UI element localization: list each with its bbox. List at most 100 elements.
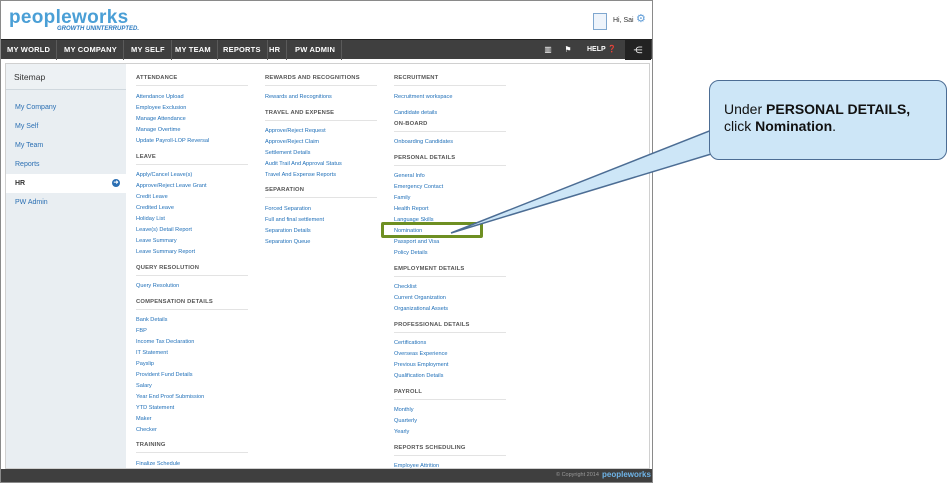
link-maker[interactable]: Maker (136, 416, 152, 422)
section-rewards: REWARDS AND RECOGNITIONS (265, 75, 377, 86)
link-query-resolution[interactable]: Query Resolution (136, 283, 179, 289)
link-fbp[interactable]: FBP (136, 328, 147, 334)
link-year-end-proof-submission[interactable]: Year End Proof Submission (136, 394, 204, 400)
user-avatar-icon[interactable] (593, 13, 607, 30)
link-policy-details[interactable]: Policy Details (394, 250, 428, 256)
link-overseas-experience[interactable]: Overseas Experience (394, 351, 447, 357)
menu-toggle-icon[interactable]: ⋲ (625, 40, 651, 60)
nomination-highlight (381, 222, 483, 238)
link-full-final-settlement[interactable]: Full and final settlement (265, 217, 324, 223)
help-button[interactable]: HELP ❓ (587, 40, 616, 60)
link-family[interactable]: Family (394, 195, 410, 201)
link-credit-leave[interactable]: Credit Leave (136, 194, 168, 200)
link-audit-trail[interactable]: Audit Trail And Approval Status (265, 161, 342, 167)
link-manage-overtime[interactable]: Manage Overtime (136, 127, 180, 133)
link-quarterly[interactable]: Quarterly (394, 418, 417, 424)
link-ytd-statement[interactable]: YTD Statement (136, 405, 174, 411)
sidebar-item-reports[interactable]: Reports (6, 155, 126, 174)
link-health-report[interactable]: Health Report (394, 206, 429, 212)
callout-mid: click (724, 118, 756, 134)
link-emergency-contact[interactable]: Emergency Contact (394, 184, 443, 190)
link-employee-exclusion[interactable]: Employee Exclusion (136, 105, 186, 111)
link-yearly[interactable]: Yearly (394, 429, 409, 435)
sidebar-item-my-self[interactable]: My Self (6, 117, 126, 136)
link-bank-details[interactable]: Bank Details (136, 317, 167, 323)
callout-bold-2: Nomination (755, 118, 833, 134)
section-training: TRAINING (136, 442, 248, 453)
user-greeting[interactable]: Hi, Sai (613, 17, 634, 24)
link-monthly[interactable]: Monthly (394, 407, 414, 413)
section-personal-details: PERSONAL DETAILS (394, 155, 506, 166)
link-leave-summary-report[interactable]: Leave Summary Report (136, 249, 195, 255)
link-salary[interactable]: Salary (136, 383, 152, 389)
link-income-tax-declaration[interactable]: Income Tax Declaration (136, 339, 194, 345)
link-update-payroll-lop[interactable]: Update Payroll-LOP Reversal (136, 138, 209, 144)
copyright: © Copyright 2014 (556, 472, 599, 478)
sidebar-title: Sitemap (6, 64, 126, 90)
section-on-board: ON-BOARD (394, 121, 506, 132)
callout-post: . (832, 118, 837, 134)
nav-my-company[interactable]: MY COMPANY (58, 40, 124, 60)
section-separation: SEPARATION (265, 187, 377, 198)
link-recruitment-workspace[interactable]: Recruitment workspace (394, 94, 452, 100)
link-it-statement[interactable]: IT Statement (136, 350, 168, 356)
footer-logo: peopleworks (602, 470, 651, 479)
nav-reports[interactable]: REPORTS (217, 40, 268, 60)
sidebar-item-my-team[interactable]: My Team (6, 136, 126, 155)
link-approve-reject-claim[interactable]: Approve/Reject Claim (265, 139, 319, 145)
link-current-organization[interactable]: Current Organization (394, 295, 446, 301)
gear-icon[interactable]: ⚙ (636, 12, 646, 25)
link-forced-separation[interactable]: Forced Separation (265, 206, 311, 212)
callout-bold-1: PERSONAL DETAILS, (766, 101, 911, 117)
link-qualification-details[interactable]: Qualification Details (394, 373, 443, 379)
sitemap-panel: Sitemap My Company My Self My Team Repor… (5, 63, 650, 469)
section-professional-details: PROFESSIONAL DETAILS (394, 322, 506, 333)
footer: © Copyright 2014 peopleworks (1, 469, 652, 482)
link-attendance-upload[interactable]: Attendance Upload (136, 94, 184, 100)
link-manage-attendance[interactable]: Manage Attendance (136, 116, 186, 122)
flag-icon[interactable]: ⚑ (561, 40, 575, 60)
link-general-info[interactable]: General Info (394, 173, 425, 179)
link-approve-reject-leave-grant[interactable]: Approve/Reject Leave Grant (136, 183, 207, 189)
nav-hr[interactable]: HR (263, 40, 288, 60)
section-reports-scheduling: REPORTS SCHEDULING (394, 445, 506, 456)
link-checker[interactable]: Checker (136, 427, 157, 433)
link-onboarding-candidates[interactable]: Onboarding Candidates (394, 139, 453, 145)
link-settlement-details[interactable]: Settlement Details (265, 150, 310, 156)
link-holiday-list[interactable]: Holiday List (136, 216, 165, 222)
link-payslip[interactable]: Payslip (136, 361, 154, 367)
link-organizational-assets[interactable]: Organizational Assets (394, 306, 448, 312)
link-credited-leave[interactable]: Credited Leave (136, 205, 174, 211)
link-apply-cancel-leave[interactable]: Apply/Cancel Leave(s) (136, 172, 192, 178)
link-certifications[interactable]: Certifications (394, 340, 426, 346)
arrow-right-icon: ➜ (112, 179, 120, 187)
link-separation-details[interactable]: Separation Details (265, 228, 311, 234)
nav-my-self[interactable]: MY SELF (125, 40, 172, 60)
link-provident-fund-details[interactable]: Provident Fund Details (136, 372, 193, 378)
nav-my-world[interactable]: MY WORLD (1, 40, 58, 60)
book-icon[interactable]: ▥ (541, 40, 555, 60)
section-employment-details: EMPLOYMENT DETAILS (394, 266, 506, 277)
nav-pw-admin[interactable]: PW ADMIN (289, 40, 343, 60)
help-label: HELP (587, 46, 606, 53)
help-icon: ❓ (607, 46, 617, 53)
sidebar-item-pw-admin[interactable]: PW Admin (6, 193, 126, 212)
sidebar-item-hr[interactable]: HR ➜ (6, 174, 126, 193)
link-separation-queue[interactable]: Separation Queue (265, 239, 310, 245)
link-rewards-and-recognitions[interactable]: Rewards and Recognitions (265, 94, 332, 100)
section-compensation-details: COMPENSATION DETAILS (136, 299, 248, 310)
link-leave-summary[interactable]: Leave Summary (136, 238, 177, 244)
link-leave-detail-report[interactable]: Leave(s) Detail Report (136, 227, 192, 233)
link-approve-reject-request[interactable]: Approve/Reject Request (265, 128, 326, 134)
link-checklist[interactable]: Checklist (394, 284, 417, 290)
link-finalize-schedule[interactable]: Finalize Schedule (136, 461, 180, 467)
section-leave: LEAVE (136, 154, 248, 165)
nav-my-team[interactable]: MY TEAM (169, 40, 218, 60)
sidebar-item-my-company[interactable]: My Company (6, 98, 126, 117)
link-candidate-details[interactable]: Candidate details (394, 110, 437, 116)
section-travel-and-expense: TRAVEL AND EXPENSE (265, 110, 377, 121)
link-passport-and-visa[interactable]: Passport and Visa (394, 239, 439, 245)
section-query-resolution: QUERY RESOLUTION (136, 265, 248, 276)
link-previous-employment[interactable]: Previous Employment (394, 362, 448, 368)
link-travel-expense-reports[interactable]: Travel And Expense Reports (265, 172, 336, 178)
